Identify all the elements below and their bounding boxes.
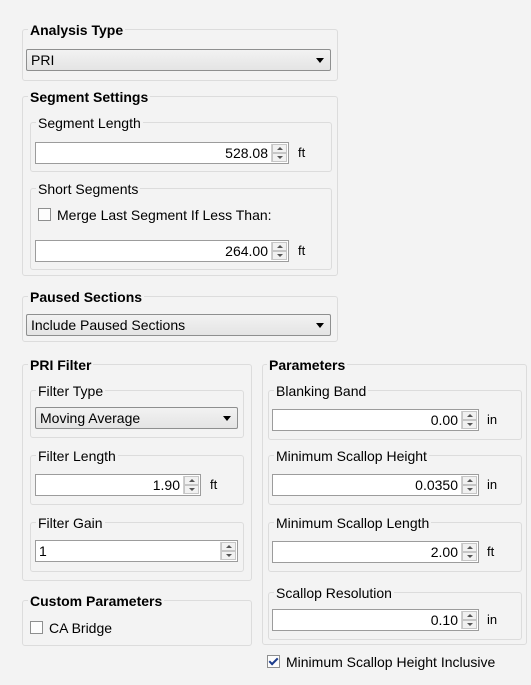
- segment-settings-title: Segment Settings: [28, 89, 151, 105]
- min-scallop-height-label: Minimum Scallop Height: [274, 448, 429, 464]
- filter-type-label: Filter Type: [36, 383, 106, 399]
- checkmark-icon[interactable]: [267, 655, 280, 668]
- merge-last-segment-label: Merge Last Segment If Less Than:: [57, 207, 272, 223]
- spin-down-icon[interactable]: [221, 551, 236, 560]
- segment-length-unit: ft: [298, 145, 306, 160]
- min-scallop-height-spinner[interactable]: [461, 476, 477, 494]
- ca-bridge-label: CA Bridge: [49, 620, 113, 636]
- blanking-band-input[interactable]: 0.00: [272, 409, 479, 431]
- spin-down-icon[interactable]: [462, 485, 477, 494]
- min-height-inclusive-label: Minimum Scallop Height Inclusive: [286, 654, 496, 670]
- filter-length-spinner[interactable]: [183, 476, 199, 494]
- min-height-inclusive-checkbox[interactable]: Minimum Scallop Height Inclusive: [267, 654, 495, 670]
- min-scallop-length-spinner[interactable]: [461, 543, 477, 561]
- paused-sections-select[interactable]: Include Paused Sections: [26, 314, 331, 336]
- analysis-type-title: Analysis Type: [28, 22, 126, 38]
- blanking-band-spinner[interactable]: [461, 411, 477, 429]
- scallop-resolution-input[interactable]: 0.10: [272, 609, 479, 631]
- ca-bridge-checkbox[interactable]: CA Bridge: [30, 620, 112, 636]
- spin-down-icon[interactable]: [462, 552, 477, 561]
- spin-up-icon[interactable]: [221, 542, 236, 551]
- blanking-band-label: Blanking Band: [274, 383, 369, 399]
- pri-filter-title: PRI Filter: [28, 357, 94, 373]
- paused-sections-title: Paused Sections: [28, 289, 145, 305]
- merge-threshold-input[interactable]: 264.00: [35, 240, 289, 262]
- min-scallop-length-input[interactable]: 2.00: [272, 541, 479, 563]
- spin-down-icon[interactable]: [462, 420, 477, 429]
- merge-threshold-spinner[interactable]: [271, 242, 287, 260]
- merge-threshold-unit: ft: [298, 243, 306, 258]
- parameters-title: Parameters: [267, 357, 348, 373]
- analysis-type-select[interactable]: PRI: [26, 49, 331, 71]
- segment-length-label: Segment Length: [36, 115, 143, 131]
- filter-length-value: 1.90: [152, 477, 180, 493]
- paused-sections-value: Include Paused Sections: [31, 317, 186, 333]
- analysis-type-value: PRI: [31, 52, 55, 68]
- filter-gain-value: 1: [39, 543, 47, 559]
- spin-up-icon[interactable]: [184, 476, 199, 485]
- spin-up-icon[interactable]: [462, 476, 477, 485]
- scallop-resolution-unit: in: [487, 612, 498, 627]
- spin-down-icon[interactable]: [184, 485, 199, 494]
- spin-down-icon[interactable]: [272, 153, 287, 162]
- min-scallop-height-input[interactable]: 0.0350: [272, 474, 479, 496]
- segment-length-spinner[interactable]: [271, 144, 287, 162]
- short-segments-label: Short Segments: [36, 181, 141, 197]
- spin-up-icon[interactable]: [272, 242, 287, 251]
- filter-gain-label: Filter Gain: [36, 515, 105, 531]
- chevron-down-icon: [316, 58, 324, 63]
- custom-parameters-title: Custom Parameters: [28, 593, 165, 609]
- spin-down-icon[interactable]: [462, 620, 477, 629]
- min-scallop-height-unit: in: [487, 477, 498, 492]
- spin-up-icon[interactable]: [462, 411, 477, 420]
- chevron-down-icon: [223, 416, 231, 421]
- filter-length-unit: ft: [210, 477, 218, 492]
- filter-type-value: Moving Average: [40, 410, 141, 426]
- segment-length-value: 528.08: [225, 145, 268, 161]
- scallop-resolution-spinner[interactable]: [461, 611, 477, 629]
- spin-down-icon[interactable]: [272, 251, 287, 260]
- merge-last-segment-checkbox[interactable]: Merge Last Segment If Less Than:: [38, 207, 272, 223]
- blanking-band-value: 0.00: [430, 412, 458, 428]
- checkbox-icon[interactable]: [38, 208, 51, 221]
- checkbox-icon[interactable]: [30, 621, 43, 634]
- min-scallop-length-unit: ft: [487, 544, 495, 559]
- scallop-resolution-value: 0.10: [430, 612, 458, 628]
- filter-length-input[interactable]: 1.90: [35, 474, 201, 496]
- min-scallop-length-value: 2.00: [430, 544, 458, 560]
- spin-up-icon[interactable]: [462, 611, 477, 620]
- min-scallop-height-value: 0.0350: [415, 477, 458, 493]
- filter-type-select[interactable]: Moving Average: [35, 407, 238, 429]
- scallop-resolution-label: Scallop Resolution: [274, 585, 394, 601]
- filter-length-label: Filter Length: [36, 448, 118, 464]
- merge-threshold-value: 264.00: [225, 243, 268, 259]
- spin-up-icon[interactable]: [462, 543, 477, 552]
- filter-gain-input[interactable]: 1: [35, 540, 238, 562]
- min-scallop-length-label: Minimum Scallop Length: [274, 515, 432, 531]
- blanking-band-unit: in: [487, 412, 498, 427]
- filter-gain-spinner[interactable]: [220, 542, 236, 560]
- segment-length-input[interactable]: 528.08: [35, 142, 289, 164]
- chevron-down-icon: [316, 323, 324, 328]
- spin-up-icon[interactable]: [272, 144, 287, 153]
